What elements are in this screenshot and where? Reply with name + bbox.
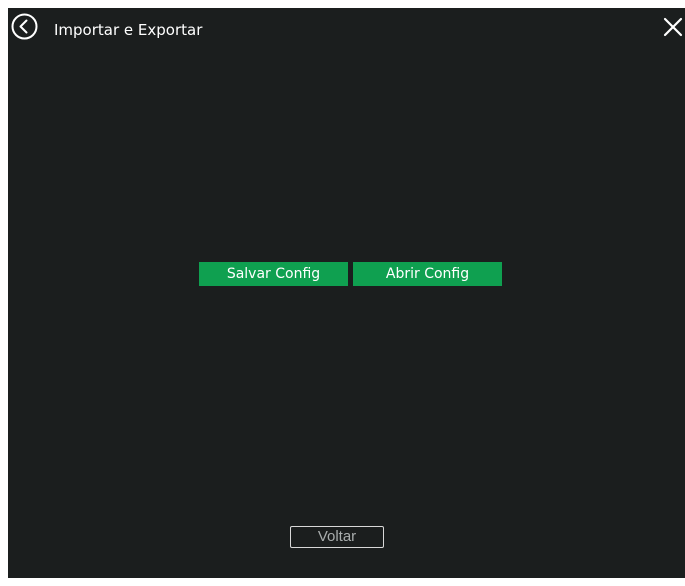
close-icon[interactable] <box>662 16 684 38</box>
dialog-title: Importar e Exportar <box>54 21 203 39</box>
open-config-button[interactable]: Abrir Config <box>353 262 502 286</box>
config-actions: Salvar Config Abrir Config <box>199 262 502 286</box>
back-button[interactable]: Voltar <box>290 526 384 548</box>
back-icon[interactable] <box>11 13 38 40</box>
import-export-dialog: Importar e Exportar Salvar Config Abrir … <box>8 8 685 578</box>
title-bar: Importar e Exportar <box>8 8 685 52</box>
save-config-button[interactable]: Salvar Config <box>199 262 348 286</box>
